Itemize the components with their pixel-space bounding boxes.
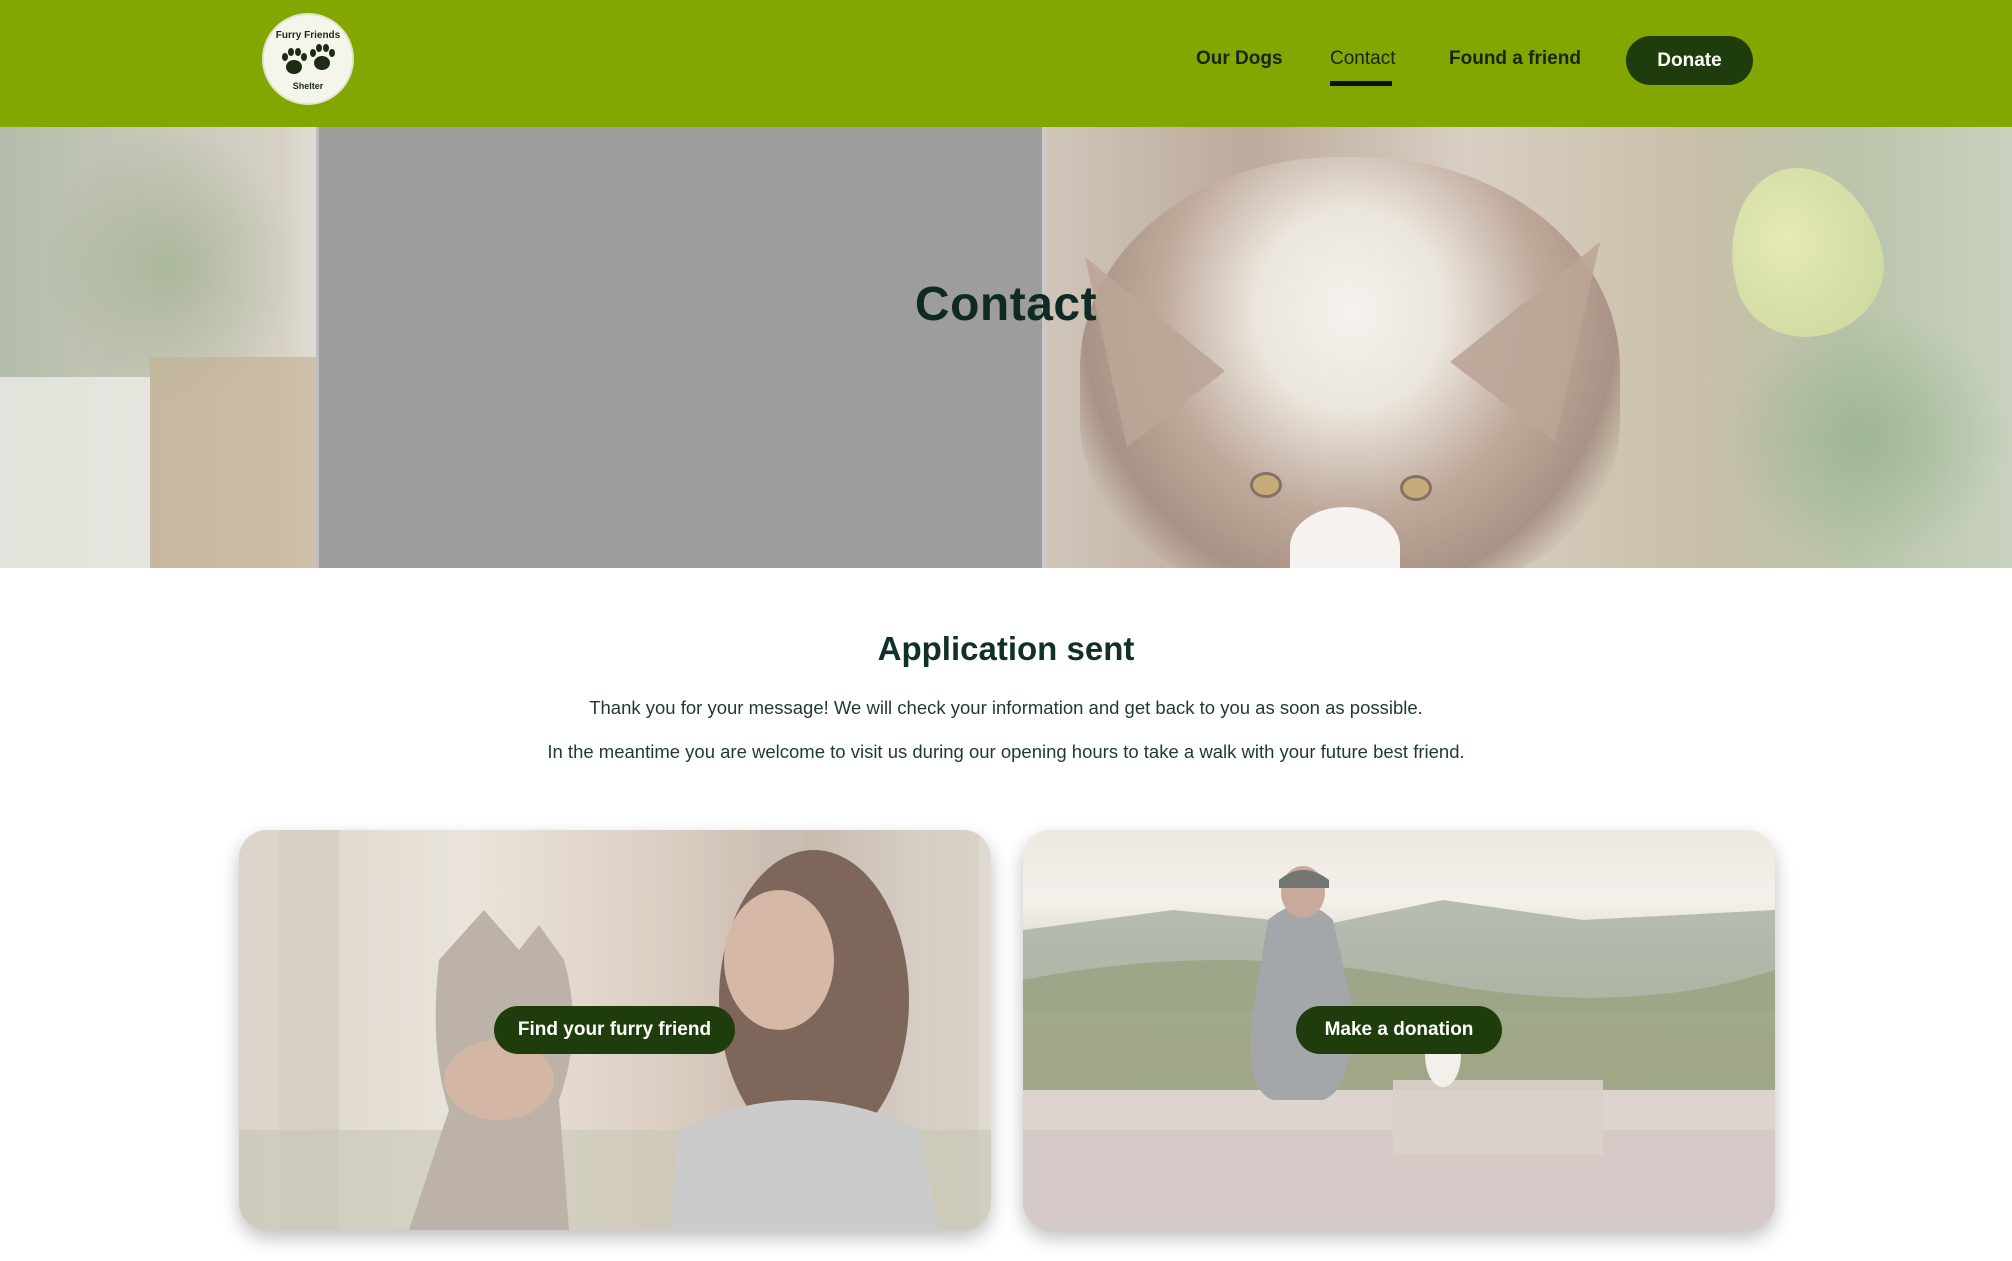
- confirmation-message: Thank you for your message! We will chec…: [589, 697, 1423, 718]
- hero-banner: Contact: [0, 127, 2012, 568]
- page-title: Contact: [914, 278, 1098, 331]
- find-furry-friend-button[interactable]: Find your furry friend: [494, 1006, 735, 1054]
- logo-bottom-text: Shelter: [292, 80, 324, 91]
- make-donation-button[interactable]: Make a donation: [1296, 1006, 1502, 1054]
- nav-found-a-friend[interactable]: Found a friend: [1449, 48, 1581, 70]
- visit-invitation: In the meantime you are welcome to visit…: [547, 741, 1465, 762]
- paw-prints-icon: [282, 43, 335, 74]
- nav-active-indicator: [1330, 81, 1392, 86]
- donation-card: Make a donation: [1023, 830, 1775, 1230]
- confirmation-title: Application sent: [877, 630, 1135, 667]
- site-header: Furry Friends Shelter Our Dogs Contact F…: [0, 0, 2012, 127]
- nav-our-dogs[interactable]: Our Dogs: [1196, 48, 1283, 70]
- logo-top-text: Furry Friends: [275, 29, 341, 41]
- logo[interactable]: Furry Friends Shelter: [262, 13, 354, 105]
- donate-button[interactable]: Donate: [1626, 36, 1753, 85]
- find-friend-card: Find your furry friend: [239, 830, 991, 1230]
- nav-contact[interactable]: Contact: [1330, 48, 1395, 70]
